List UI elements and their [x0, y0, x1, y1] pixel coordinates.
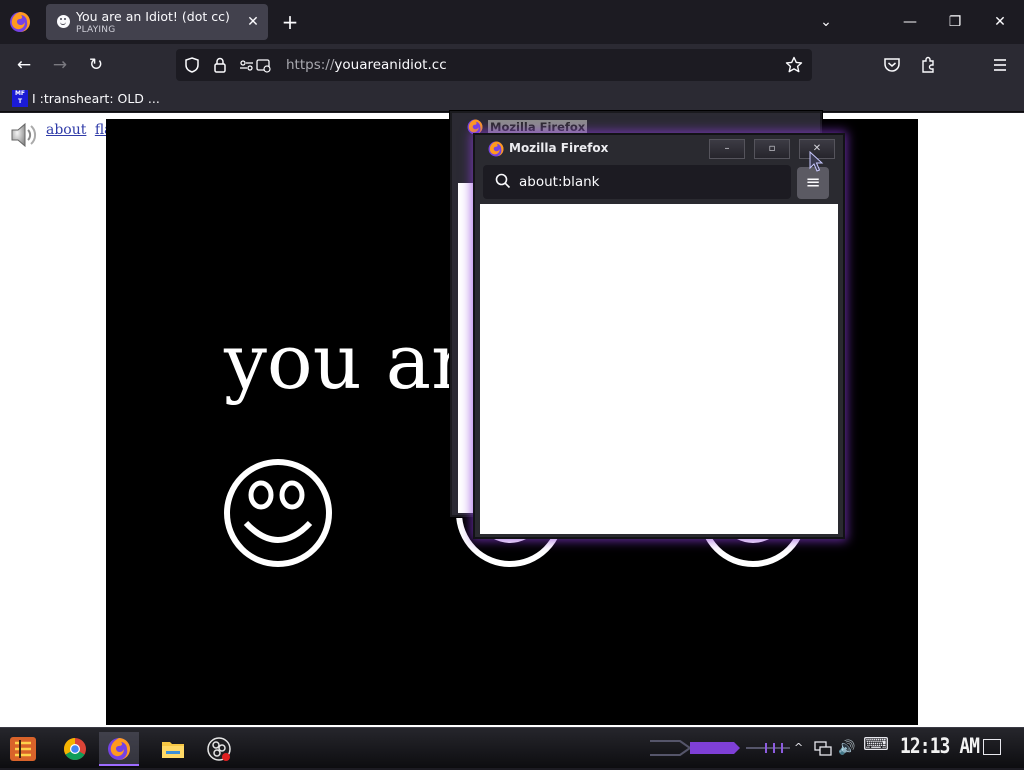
chrome-icon: [64, 738, 86, 760]
tab-youareanidiot[interactable]: You are an Idiot! (dot cc) PLAYING ✕: [46, 4, 268, 40]
taskbar-decoration: [650, 740, 790, 756]
url-bar[interactable]: https://youareanidiot.cc: [176, 49, 812, 81]
shield-icon[interactable]: [182, 55, 202, 75]
firefox-icon: [108, 738, 130, 760]
permissions-icon[interactable]: [238, 55, 274, 75]
lock-icon[interactable]: [210, 55, 230, 75]
pocket-icon[interactable]: [878, 51, 906, 79]
navigation-toolbar: ← → ↻ https://youareanidiot.cc: [0, 44, 1024, 86]
obs-icon: [207, 737, 231, 761]
back-button[interactable]: ←: [10, 51, 38, 79]
forward-button[interactable]: →: [46, 51, 74, 79]
keyboard-icon[interactable]: ⌨: [863, 735, 889, 755]
reload-button[interactable]: ↻: [82, 51, 110, 79]
notification-icon[interactable]: [983, 739, 1001, 755]
popup-url-bar[interactable]: about:blank: [483, 165, 791, 199]
menu-icon[interactable]: [986, 51, 1014, 79]
extensions-icon[interactable]: [914, 51, 942, 79]
url-text[interactable]: https://youareanidiot.cc: [286, 57, 447, 73]
start-icon[interactable]: [8, 734, 38, 764]
volume-icon[interactable]: 🔊: [838, 738, 855, 758]
popup-content: [480, 204, 838, 534]
speaker-icon[interactable]: [8, 119, 40, 151]
firefox-icon: [488, 141, 504, 157]
about-link[interactable]: about: [46, 122, 86, 138]
search-icon: [495, 173, 511, 189]
list-all-tabs-button[interactable]: ⌄: [814, 8, 838, 36]
smiley-face-icon: [224, 459, 332, 567]
new-tab-button[interactable]: +: [278, 8, 302, 36]
taskbar-obs[interactable]: [199, 732, 239, 766]
smiley-favicon-icon: [57, 15, 70, 28]
taskbar-file-explorer[interactable]: [153, 732, 193, 766]
file-explorer-icon: [162, 742, 184, 758]
stage-text: you ar: [224, 317, 468, 406]
popup-maximize-button[interactable]: ▫: [754, 139, 790, 159]
window-close-button[interactable]: ✕: [978, 4, 1022, 40]
taskbar-clock[interactable]: 12:13 AM: [900, 734, 980, 758]
taskbar-chrome[interactable]: [55, 732, 95, 766]
popup-back-title: Mozilla Firefox: [488, 120, 588, 134]
tray-overflow-icon[interactable]: ^: [794, 738, 803, 758]
tab-title: You are an Idiot! (dot cc): [76, 9, 230, 24]
bookmark-favicon-icon: MF T: [12, 90, 28, 107]
bookmarks-toolbar: MF T I :transheart: OLD ...: [0, 86, 1024, 112]
popup-title: Mozilla Firefox: [509, 141, 609, 155]
mouse-cursor-icon: [809, 151, 824, 172]
window-minimize-button[interactable]: —: [888, 4, 932, 40]
tab-strip: You are an Idiot! (dot cc) PLAYING ✕ + ⌄…: [0, 0, 1024, 44]
popup-window[interactable]: Mozilla Firefox – ▫ ✕ about:blank ≡: [473, 133, 845, 539]
window-restore-button[interactable]: ❐: [933, 4, 977, 40]
network-icon[interactable]: [814, 740, 832, 756]
taskbar: ^ 🔊 ⌨ 12:13 AM: [0, 727, 1024, 768]
tab-close-icon[interactable]: ✕: [244, 13, 262, 31]
tab-playing-label: PLAYING: [76, 25, 116, 35]
bookmark-item[interactable]: I :transheart: OLD ...: [32, 91, 160, 106]
bookmark-star-icon[interactable]: [784, 55, 804, 75]
taskbar-firefox[interactable]: [99, 732, 139, 766]
firefox-icon[interactable]: [8, 10, 32, 34]
popup-url-text[interactable]: about:blank: [519, 174, 599, 190]
popup-minimize-button[interactable]: –: [709, 139, 745, 159]
